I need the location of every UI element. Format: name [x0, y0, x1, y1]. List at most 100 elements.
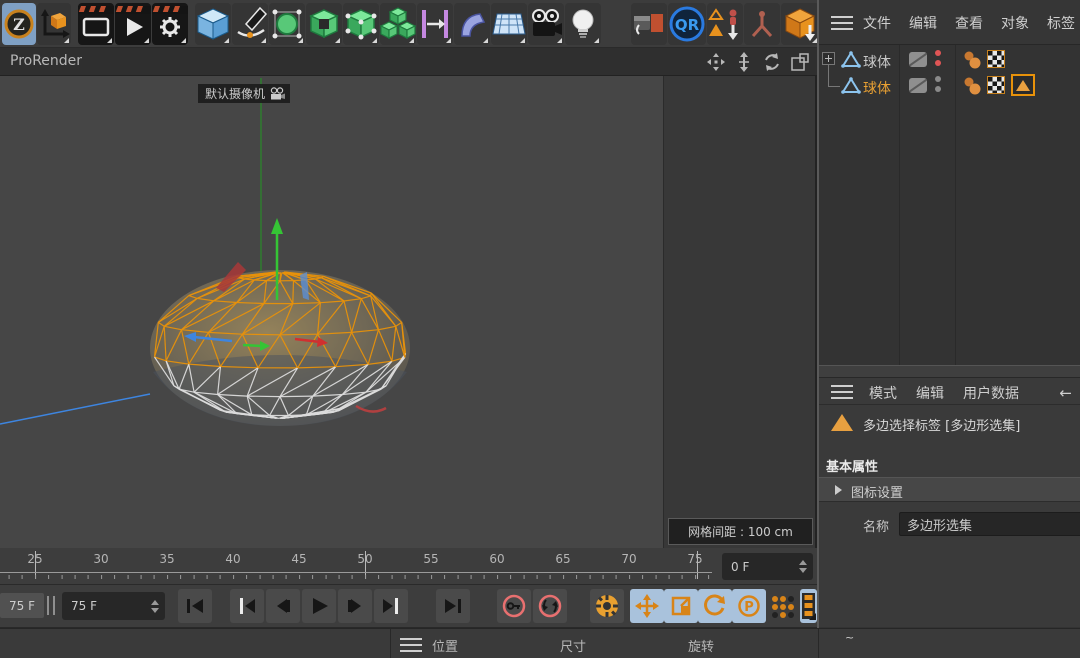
axis-modeling-icon[interactable] — [37, 3, 71, 45]
render-view-icon[interactable] — [78, 3, 114, 45]
render-picture-viewer-icon[interactable] — [115, 3, 151, 45]
light-icon[interactable] — [565, 3, 601, 45]
autokey-button[interactable] — [533, 589, 567, 623]
renderer-title: ProRender — [10, 53, 82, 69]
motion-clip-icon[interactable] — [800, 589, 817, 623]
current-frame-spinner[interactable]: 75 F — [62, 592, 165, 620]
menu-userdata[interactable]: 用户数据 — [963, 383, 1019, 403]
pan-view-icon[interactable] — [705, 51, 727, 73]
editor-visibility-dot[interactable] — [935, 76, 941, 82]
tick-label: 65 — [550, 552, 576, 566]
undo-z-icon[interactable]: Z — [2, 3, 36, 45]
menu-edit2[interactable]: 编辑 — [916, 383, 944, 403]
array-generator-icon[interactable] — [380, 3, 416, 45]
render-visibility-dot[interactable] — [935, 86, 941, 92]
polygon-selection-tag-selected[interactable] — [1011, 74, 1035, 96]
goto-start-button[interactable] — [178, 589, 212, 623]
polygon-object-icon — [841, 51, 861, 69]
menu-file[interactable]: 文件 — [863, 13, 891, 33]
phong-tag[interactable] — [962, 50, 982, 70]
prorender-qr-icon[interactable]: QR — [668, 3, 706, 45]
add-cube-primitive-icon[interactable] — [195, 3, 231, 45]
menu-mode[interactable]: 模式 — [869, 383, 897, 403]
spline-measure-icon[interactable] — [417, 3, 453, 45]
ruler-baseline — [0, 572, 712, 573]
render-queue-icon[interactable] — [631, 3, 667, 45]
camera-icon[interactable] — [528, 3, 564, 45]
tick-label: 50 — [352, 552, 378, 566]
character-definition-icon[interactable] — [707, 3, 743, 45]
camera-label[interactable]: 默认摄像机 — [198, 84, 290, 103]
coordinate-bar: 位置 尺寸 旋转 ~ — [0, 628, 1080, 658]
phong-tag[interactable] — [962, 76, 982, 96]
object-row-sphere-child[interactable]: 球体 — [819, 73, 1080, 99]
object-name-selected[interactable]: 球体 — [863, 78, 891, 98]
maximize-view-icon[interactable] — [789, 51, 811, 73]
floor-environment-icon[interactable] — [491, 3, 527, 45]
tick-label: 25 — [22, 552, 48, 566]
uvw-tag[interactable] — [987, 50, 1005, 68]
chevron-down-icon[interactable] — [151, 608, 159, 613]
uvw-tag[interactable] — [987, 76, 1005, 94]
extrude-generator-icon[interactable] — [306, 3, 342, 45]
chevron-up-icon[interactable] — [151, 600, 159, 605]
editor-visibility-dot[interactable] — [935, 50, 941, 56]
collapse-arrow-icon[interactable] — [835, 485, 842, 495]
subdivision-surface-icon[interactable] — [269, 3, 305, 45]
record-keyframe-button[interactable] — [497, 589, 531, 623]
next-key-button[interactable] — [374, 589, 408, 623]
object-manager[interactable]: 球体 球体 — [819, 45, 1080, 365]
layer-toggle[interactable] — [909, 78, 927, 93]
bend-deformer-icon[interactable] — [454, 3, 490, 45]
play-button[interactable] — [302, 589, 336, 623]
spinner-chevrons[interactable] — [797, 560, 813, 573]
object-name[interactable]: 球体 — [863, 52, 891, 72]
key-parameter-toggle[interactable]: P — [732, 589, 766, 623]
menu-edit[interactable]: 编辑 — [909, 13, 937, 33]
object-manager-menu-icon[interactable] — [831, 16, 853, 30]
viewport-canvas[interactable]: 默认摄像机 网格间距 : 100 cm — [0, 76, 817, 548]
range-slider-grip[interactable] — [47, 596, 55, 615]
attribute-menu-icon[interactable] — [831, 385, 853, 399]
panel-splitter[interactable] — [819, 365, 1080, 378]
spinner-chevrons[interactable] — [149, 600, 165, 613]
chevron-up-icon[interactable] — [799, 560, 807, 565]
timeline-range-end[interactable]: 75 F — [0, 593, 44, 618]
chevron-down-icon[interactable] — [799, 568, 807, 573]
svg-text:P: P — [744, 600, 754, 615]
tick-label: 45 — [286, 552, 312, 566]
key-pla-toggle[interactable] — [766, 589, 798, 623]
camera-small-icon — [269, 87, 286, 100]
prev-frame-button[interactable] — [266, 589, 300, 623]
menu-view[interactable]: 查看 — [955, 13, 983, 33]
prev-key-button[interactable] — [230, 589, 264, 623]
frame-spinner[interactable]: 0 F — [722, 553, 813, 580]
menu-object[interactable]: 对象 — [1001, 13, 1029, 33]
keying-settings-button[interactable] — [590, 589, 624, 623]
name-input[interactable] — [899, 512, 1080, 536]
icon-settings-group[interactable]: 图标设置 — [819, 477, 1080, 502]
ffd-deformer-icon[interactable] — [343, 3, 379, 45]
coordinate-menu-icon[interactable] — [400, 638, 422, 652]
back-arrow-icon[interactable]: ← — [1059, 384, 1072, 402]
object-row-sphere-parent[interactable]: 球体 — [819, 47, 1080, 73]
render-visibility-dot[interactable] — [935, 60, 941, 66]
next-frame-button[interactable] — [338, 589, 372, 623]
tick-label: 60 — [484, 552, 510, 566]
menu-tags[interactable]: 标签 — [1047, 13, 1075, 33]
zoom-view-icon[interactable] — [733, 51, 755, 73]
bake-object-icon[interactable] — [781, 3, 819, 45]
pen-spline-icon[interactable] — [232, 3, 268, 45]
timeline-ruler[interactable]: 25 30 35 40 45 50 55 60 65 70 75 0 F — [0, 548, 817, 585]
goto-end-button[interactable] — [436, 589, 470, 623]
transport-bar: 75 F 75 F — [0, 585, 817, 628]
key-position-toggle[interactable] — [630, 589, 664, 623]
joint-tool-icon[interactable] — [744, 3, 780, 45]
key-scale-toggle[interactable] — [664, 589, 698, 623]
key-rotation-toggle[interactable] — [698, 589, 732, 623]
layer-toggle[interactable] — [909, 52, 927, 67]
render-settings-icon[interactable] — [152, 3, 188, 45]
rotate-view-icon[interactable] — [761, 51, 783, 73]
grid-spacing-badge: 网格间距 : 100 cm — [668, 518, 813, 545]
size-header: 尺寸 — [560, 636, 586, 655]
